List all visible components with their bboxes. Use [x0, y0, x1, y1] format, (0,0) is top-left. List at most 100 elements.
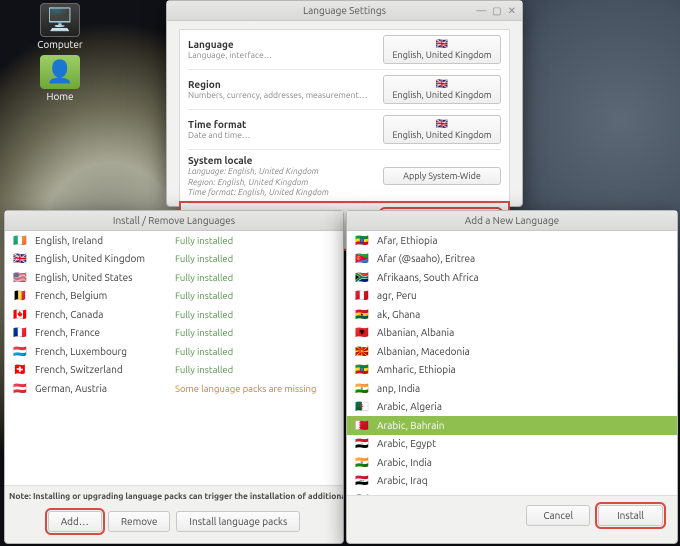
- install-status: Fully installed: [175, 346, 335, 357]
- window-title: Language Settings: [303, 5, 386, 16]
- settings-row-language: Language Language, interface… 🇬🇧 English…: [188, 30, 501, 70]
- list-item[interactable]: 🇩🇿 Arabic, Algeria: [347, 398, 677, 417]
- list-item[interactable]: 🇯🇴 Arabic, Jordan: [347, 490, 677, 495]
- language-name: French, Luxembourg: [35, 346, 175, 357]
- add-new-language-window: Add a New Language 🇪🇹 Afar, Ethiopia🇪🇷 A…: [346, 210, 678, 544]
- language-name: French, Belgium: [35, 290, 175, 301]
- list-item[interactable]: 🇨🇦 French, Canada Fully installed: [5, 305, 343, 324]
- close-icon[interactable]: ✕: [508, 5, 516, 17]
- list-item[interactable]: 🇬🇭 ak, Ghana: [347, 305, 677, 324]
- list-item[interactable]: 🇪🇹 Afar, Ethiopia: [347, 231, 677, 250]
- row-title: System locale: [188, 155, 377, 166]
- install-language-packs-button[interactable]: Install language packs: [176, 511, 300, 532]
- language-name: Albanian, Albania: [377, 327, 669, 338]
- language-name: French, Switzerland: [35, 364, 175, 375]
- language-name: Albanian, Macedonia: [377, 346, 669, 357]
- list-item[interactable]: 🇮🇪 English, Ireland Fully installed: [5, 231, 343, 250]
- flag-icon: 🇮🇳: [355, 456, 377, 469]
- language-name: French, France: [35, 327, 175, 338]
- language-name: Arabic, Bahrain: [377, 420, 669, 431]
- value-label: English, United Kingdom: [393, 90, 492, 100]
- desktop-icon-label: Home: [30, 91, 90, 102]
- monitor-icon: 🖥️: [40, 3, 80, 37]
- install-status: Some language packs are missing: [175, 383, 335, 394]
- settings-row-region: Region Numbers, currency, addresses, mea…: [188, 70, 501, 110]
- installed-languages-list[interactable]: 🇮🇪 English, Ireland Fully installed🇬🇧 En…: [5, 231, 343, 485]
- add-button[interactable]: Add…: [48, 511, 102, 532]
- region-value-button[interactable]: 🇬🇧 English, United Kingdom: [383, 75, 501, 104]
- language-name: ak, Ghana: [377, 309, 669, 320]
- list-item[interactable]: 🇵🇪 agr, Peru: [347, 287, 677, 306]
- value-label: English, United Kingdom: [393, 50, 492, 60]
- flag-icon: 🇿🇦: [355, 271, 377, 284]
- language-name: Arabic, Egypt: [377, 438, 669, 449]
- list-item[interactable]: 🇪🇹 Amharic, Ethiopia: [347, 361, 677, 380]
- minimize-icon[interactable]: —: [476, 5, 486, 17]
- row-title: Region: [188, 79, 377, 90]
- titlebar[interactable]: Install / Remove Languages: [5, 211, 343, 231]
- flag-icon: 🇧🇭: [355, 419, 377, 432]
- flag-icon: 🇧🇪: [13, 289, 35, 302]
- list-item[interactable]: 🇮🇳 anp, India: [347, 379, 677, 398]
- language-name: English, Ireland: [35, 235, 175, 246]
- time-value-button[interactable]: 🇬🇧 English, United Kingdom: [383, 115, 501, 144]
- list-item[interactable]: 🇫🇷 French, France Fully installed: [5, 324, 343, 343]
- install-status: Fully installed: [175, 290, 335, 301]
- language-name: English, United States: [35, 272, 175, 283]
- cancel-button[interactable]: Cancel: [526, 505, 590, 526]
- language-name: Afar (@saaho), Eritrea: [377, 253, 669, 264]
- list-item[interactable]: 🇱🇺 French, Luxembourg Fully installed: [5, 342, 343, 361]
- list-item[interactable]: 🇪🇬 Arabic, Egypt: [347, 435, 677, 454]
- flag-icon: 🇺🇸: [13, 271, 35, 284]
- home-folder-icon: 👤: [40, 55, 80, 89]
- language-value-button[interactable]: 🇬🇧 English, United Kingdom: [383, 35, 501, 64]
- desktop-icon-home[interactable]: 👤 Home: [30, 55, 90, 102]
- list-item[interactable]: 🇮🇶 Arabic, Iraq: [347, 472, 677, 491]
- flag-icon: 🇪🇹: [355, 234, 377, 247]
- value-label: English, United Kingdom: [393, 130, 492, 140]
- titlebar[interactable]: Add a New Language: [347, 211, 677, 231]
- window-title: Add a New Language: [465, 215, 559, 226]
- apply-system-wide-button[interactable]: Apply System-Wide: [383, 167, 501, 185]
- list-item[interactable]: 🇲🇰 Albanian, Macedonia: [347, 342, 677, 361]
- install-status: Fully installed: [175, 327, 335, 338]
- install-button[interactable]: Install: [598, 505, 663, 526]
- list-item[interactable]: 🇦🇹 German, Austria Some language packs a…: [5, 379, 343, 398]
- flag-icon: 🇵🇪: [355, 289, 377, 302]
- language-name: Arabic, India: [377, 457, 669, 468]
- language-name: Afrikaans, South Africa: [377, 272, 669, 283]
- list-item[interactable]: 🇧🇭 Arabic, Bahrain: [347, 416, 677, 435]
- flag-icon: 🇬🇧: [13, 252, 35, 265]
- language-name: anp, India: [377, 383, 669, 394]
- list-item[interactable]: 🇬🇧 English, United Kingdom Fully install…: [5, 250, 343, 269]
- remove-button[interactable]: Remove: [108, 511, 171, 532]
- flag-icon: 🇮🇳: [355, 382, 377, 395]
- flag-icon: 🇨🇭: [13, 363, 35, 376]
- maximize-icon[interactable]: ▢: [492, 5, 501, 17]
- language-name: Afar, Ethiopia: [377, 235, 669, 246]
- uk-flag-icon: 🇬🇧: [384, 119, 500, 129]
- flag-icon: 🇪🇬: [355, 437, 377, 450]
- list-item[interactable]: 🇦🇱 Albanian, Albania: [347, 324, 677, 343]
- language-name: French, Canada: [35, 309, 175, 320]
- list-item[interactable]: 🇺🇸 English, United States Fully installe…: [5, 268, 343, 287]
- list-item[interactable]: 🇧🇪 French, Belgium Fully installed: [5, 287, 343, 306]
- install-status: Fully installed: [175, 309, 335, 320]
- list-item[interactable]: 🇿🇦 Afrikaans, South Africa: [347, 268, 677, 287]
- list-item[interactable]: 🇪🇷 Afar (@saaho), Eritrea: [347, 250, 677, 269]
- desktop-icon-computer[interactable]: 🖥️ Computer: [30, 3, 90, 50]
- list-item[interactable]: 🇨🇭 French, Switzerland Fully installed: [5, 361, 343, 380]
- available-languages-list[interactable]: 🇪🇹 Afar, Ethiopia🇪🇷 Afar (@saaho), Eritr…: [347, 231, 677, 495]
- row-title: Time format: [188, 119, 377, 130]
- flag-icon: 🇮🇪: [13, 234, 35, 247]
- language-name: Amharic, Ethiopia: [377, 364, 669, 375]
- titlebar[interactable]: Language Settings — ▢ ✕: [167, 1, 522, 21]
- install-status: Fully installed: [175, 364, 335, 375]
- flag-icon: 🇮🇶: [355, 474, 377, 487]
- list-item[interactable]: 🇮🇳 Arabic, India: [347, 453, 677, 472]
- flag-icon: 🇬🇭: [355, 308, 377, 321]
- install-status: Fully installed: [175, 235, 335, 246]
- desktop-icon-label: Computer: [30, 39, 90, 50]
- uk-flag-icon: 🇬🇧: [384, 39, 500, 49]
- flag-icon: 🇩🇿: [355, 400, 377, 413]
